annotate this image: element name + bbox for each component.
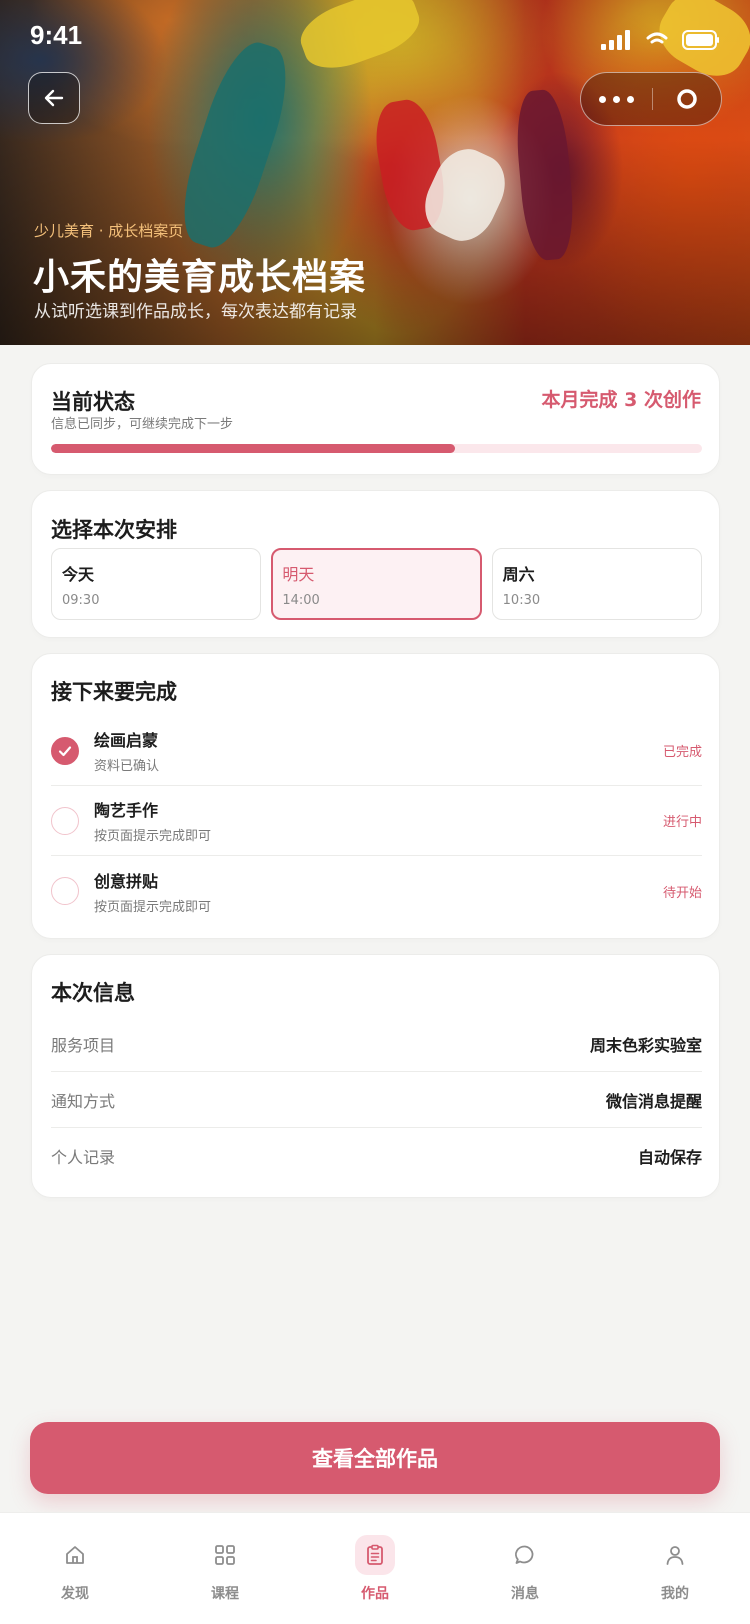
tab-discover[interactable]: 发现 bbox=[0, 1513, 150, 1624]
tab-works[interactable]: 作品 bbox=[300, 1513, 450, 1624]
info-row-record: 个人记录 自动保存 bbox=[51, 1128, 702, 1184]
tab-label: 作品 bbox=[361, 1586, 389, 1602]
status-card-title: 当前状态 bbox=[51, 390, 135, 414]
todo-item[interactable]: 创意拼贴 按页面提示完成即可 待开始 bbox=[51, 856, 702, 926]
slot-time: 14:00 bbox=[282, 593, 320, 608]
wifi-icon bbox=[646, 32, 668, 44]
slot-time: 10:30 bbox=[502, 593, 541, 608]
close-mini-program-button[interactable] bbox=[653, 88, 721, 110]
todo-text: 绘画启蒙 资料已确认 bbox=[94, 727, 159, 774]
back-button[interactable] bbox=[28, 72, 80, 124]
status-bar-time: 9:41 bbox=[30, 20, 83, 50]
status-hint: 信息已同步，可继续完成下一步 bbox=[51, 417, 234, 432]
info-card: 本次信息 服务项目 周末色彩实验室 通知方式 微信消息提醒 个人记录 自动保存 bbox=[31, 954, 720, 1198]
todo-name: 创意拼贴 bbox=[94, 871, 159, 891]
check-icon bbox=[58, 745, 72, 756]
todo-desc: 资料已确认 bbox=[94, 759, 160, 774]
time-slot-today[interactable]: 今天 09:30 bbox=[51, 548, 262, 620]
slot-day: 周六 bbox=[502, 565, 535, 584]
status-bar-icons bbox=[600, 30, 720, 50]
slot-time: 09:30 bbox=[62, 593, 100, 608]
tab-profile[interactable]: 我的 bbox=[600, 1513, 750, 1624]
tab-courses[interactable]: 课程 bbox=[150, 1513, 300, 1624]
info-row-service: 服务项目 周末色彩实验室 bbox=[51, 1016, 702, 1072]
schedule-card: 选择本次安排 今天 09:30 明天 14:00 周六 10:30 bbox=[31, 490, 720, 638]
todo-desc: 按页面提示完成即可 bbox=[94, 899, 212, 915]
time-slot-saturday[interactable]: 周六 10:30 bbox=[491, 548, 702, 620]
tab-messages[interactable]: 消息 bbox=[450, 1513, 600, 1624]
info-value: 自动保存 bbox=[637, 1148, 702, 1167]
info-label: 服务项目 bbox=[51, 1035, 116, 1055]
status-card: 当前状态 信息已同步，可继续完成下一步 本月完成 3 次创作 bbox=[31, 363, 720, 475]
todo-list: 绘画启蒙 资料已确认 已完成 陶艺手作 按页面提示完成即可 进行中 创意拼贴 按… bbox=[51, 716, 702, 926]
slot-day: 明天 bbox=[282, 565, 315, 584]
paint-stroke-decoration bbox=[293, 0, 427, 79]
clipboard-icon bbox=[355, 1535, 395, 1575]
info-value: 微信消息提醒 bbox=[605, 1091, 702, 1111]
hero-eyebrow: 少儿美育 · 成长档案页 bbox=[34, 222, 184, 240]
paint-stroke-decoration bbox=[512, 88, 578, 262]
progress-bar-fill bbox=[51, 444, 455, 453]
todo-name: 绘画启蒙 bbox=[94, 731, 159, 750]
time-slot-tomorrow[interactable]: 明天 14:00 bbox=[271, 548, 482, 620]
schedule-card-title: 选择本次安排 bbox=[51, 518, 177, 542]
todo-status: 进行中 bbox=[662, 815, 702, 830]
todo-text: 陶艺手作 按页面提示完成即可 bbox=[94, 797, 211, 844]
tab-label: 发现 bbox=[61, 1586, 89, 1602]
user-icon bbox=[655, 1535, 695, 1575]
todo-text: 创意拼贴 按页面提示完成即可 bbox=[94, 868, 211, 915]
more-dots-icon bbox=[599, 95, 607, 103]
todo-card: 接下来要完成 绘画启蒙 资料已确认 已完成 陶艺手作 按页面提示完成即可 进行中… bbox=[31, 653, 720, 939]
info-label: 个人记录 bbox=[51, 1148, 116, 1167]
checkbox[interactable] bbox=[51, 736, 79, 765]
battery-icon bbox=[682, 30, 719, 50]
bottom-tab-bar: 发现 课程 作品 消息 我的 bbox=[0, 1512, 750, 1624]
info-value: 周末色彩实验室 bbox=[589, 1035, 702, 1055]
todo-status: 待开始 bbox=[662, 885, 702, 901]
slot-day: 今天 bbox=[62, 565, 95, 584]
view-all-works-button[interactable]: 查看全部作品 bbox=[30, 1422, 720, 1494]
todo-name: 陶艺手作 bbox=[94, 801, 159, 820]
signal-icon bbox=[601, 30, 630, 50]
checkbox[interactable] bbox=[51, 806, 79, 835]
page-title: 小禾的美育成长档案 bbox=[33, 257, 367, 298]
tab-label: 我的 bbox=[661, 1586, 689, 1602]
time-slot-list: 今天 09:30 明天 14:00 周六 10:30 bbox=[51, 548, 702, 620]
todo-card-title: 接下来要完成 bbox=[51, 680, 177, 704]
more-menu-button[interactable] bbox=[581, 95, 652, 103]
info-label: 通知方式 bbox=[51, 1091, 116, 1111]
tab-label: 消息 bbox=[511, 1586, 539, 1602]
info-row-notification: 通知方式 微信消息提醒 bbox=[51, 1072, 702, 1128]
checkbox[interactable] bbox=[51, 877, 79, 905]
todo-status: 已完成 bbox=[662, 745, 702, 760]
chat-bubble-icon bbox=[505, 1535, 545, 1575]
home-icon bbox=[55, 1535, 95, 1575]
target-circle-icon bbox=[677, 89, 697, 109]
progress-bar bbox=[51, 444, 702, 453]
more-dots-icon bbox=[613, 95, 621, 103]
more-dots-icon bbox=[627, 95, 635, 103]
todo-item[interactable]: 陶艺手作 按页面提示完成即可 进行中 bbox=[51, 786, 702, 856]
todo-desc: 按页面提示完成即可 bbox=[94, 829, 212, 844]
month-completion-text: 本月完成 3 次创作 bbox=[541, 389, 701, 411]
info-card-title: 本次信息 bbox=[51, 981, 135, 1005]
todo-item[interactable]: 绘画启蒙 资料已确认 已完成 bbox=[51, 716, 702, 786]
mini-program-capsule bbox=[580, 72, 722, 126]
info-list: 服务项目 周末色彩实验室 通知方式 微信消息提醒 个人记录 自动保存 bbox=[51, 1016, 702, 1184]
tab-label: 课程 bbox=[211, 1586, 239, 1602]
hero-subtitle: 从试听选课到作品成长，每次表达都有记录 bbox=[34, 302, 357, 322]
arrow-left-icon bbox=[44, 89, 64, 107]
grid-icon bbox=[205, 1535, 245, 1575]
paint-stroke-decoration bbox=[169, 34, 301, 256]
